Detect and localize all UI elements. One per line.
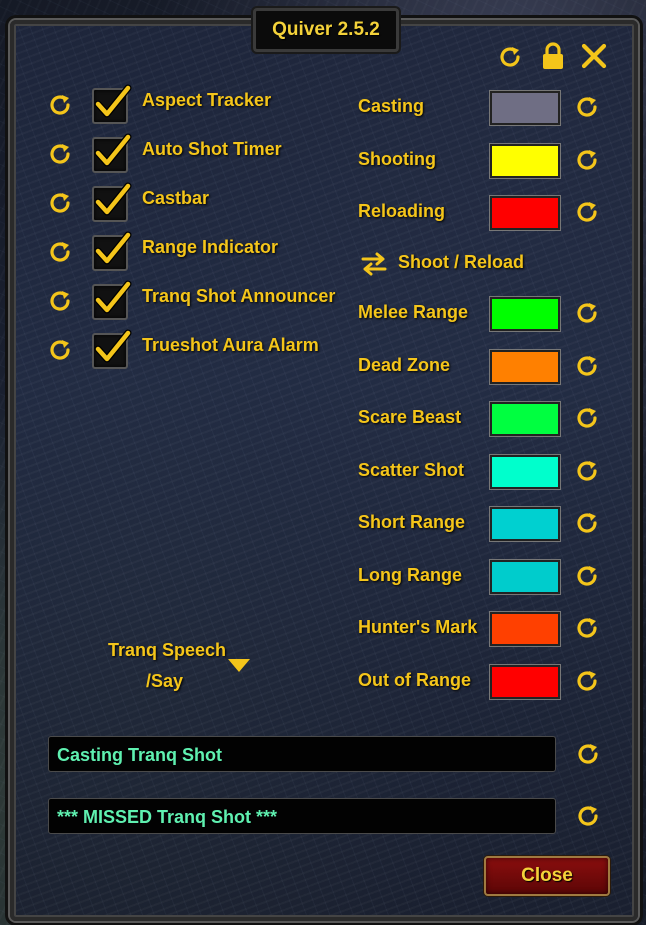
reset-module-icon[interactable] xyxy=(48,141,74,167)
module-checkbox[interactable] xyxy=(92,133,132,173)
swap-arrows-icon[interactable] xyxy=(360,251,388,277)
reset-color-icon[interactable] xyxy=(575,563,601,589)
color-swatch[interactable] xyxy=(490,507,560,541)
reset-module-icon[interactable] xyxy=(48,92,74,118)
module-checkbox[interactable] xyxy=(92,231,132,271)
module-label: Aspect Tracker xyxy=(142,90,272,110)
reset-color-icon[interactable] xyxy=(575,199,601,225)
color-option-label: Shooting xyxy=(358,148,436,169)
missed-message-input[interactable]: *** MISSED Tranq Shot *** xyxy=(48,798,556,834)
reset-color-icon[interactable] xyxy=(575,615,601,641)
color-swatch[interactable] xyxy=(490,664,560,699)
module-checkbox[interactable] xyxy=(92,182,132,222)
module-checkbox[interactable] xyxy=(92,280,132,320)
reset-color-icon[interactable] xyxy=(575,668,601,694)
reset-module-icon[interactable] xyxy=(48,239,74,265)
color-swatch[interactable] xyxy=(490,143,560,178)
close-icon[interactable] xyxy=(580,42,608,70)
module-label: Castbar xyxy=(142,188,210,208)
swap-shoot-reload-label: Shoot / Reload xyxy=(398,252,524,272)
checkmark-icon xyxy=(94,133,132,167)
color-swatch[interactable] xyxy=(490,559,560,594)
reset-module-icon[interactable] xyxy=(48,190,74,216)
reset-icon[interactable] xyxy=(498,44,524,70)
color-swatch[interactable] xyxy=(490,196,560,230)
color-swatch[interactable] xyxy=(490,454,560,489)
lock-icon[interactable] xyxy=(540,42,566,70)
color-swatch[interactable] xyxy=(490,402,560,436)
color-option-label: Hunter's Mark xyxy=(358,617,478,637)
reset-color-icon[interactable] xyxy=(575,353,601,379)
module-label: Tranq Shot Announcer xyxy=(142,286,336,306)
dropdown-arrow-icon[interactable] xyxy=(226,655,252,675)
tranq-speech-label: Tranq Speech xyxy=(108,640,227,660)
checkmark-icon xyxy=(94,231,132,265)
checkmark-icon xyxy=(94,329,132,363)
reset-missed-message-icon[interactable] xyxy=(576,803,602,829)
checkmark-icon xyxy=(94,280,132,314)
color-option-label: Melee Range xyxy=(358,302,469,322)
color-option-label: Reloading xyxy=(358,201,446,221)
color-option-label: Scatter Shot xyxy=(358,459,465,480)
color-option-label: Scare Beast xyxy=(358,407,462,427)
window-title: Quiver 2.5.2 xyxy=(253,8,399,52)
reset-color-icon[interactable] xyxy=(575,458,601,484)
reset-module-icon[interactable] xyxy=(48,288,74,314)
reset-color-icon[interactable] xyxy=(575,300,601,326)
checkmark-icon xyxy=(94,182,132,216)
reset-module-icon[interactable] xyxy=(48,337,74,363)
color-option-label: Short Range xyxy=(358,512,466,532)
color-option-label: Long Range xyxy=(358,564,462,585)
color-option-label: Casting xyxy=(358,96,425,116)
close-button[interactable]: Close xyxy=(484,856,610,896)
color-swatch[interactable] xyxy=(490,91,560,125)
color-swatch[interactable] xyxy=(490,349,560,384)
module-label: Range Indicator xyxy=(142,237,279,257)
module-checkbox[interactable] xyxy=(92,329,132,369)
casting-message-input[interactable]: Casting Tranq Shot xyxy=(48,736,556,772)
color-swatch[interactable] xyxy=(490,612,560,646)
reset-color-icon[interactable] xyxy=(575,94,601,120)
reset-casting-message-icon[interactable] xyxy=(576,741,602,767)
tranq-speech-selected-value[interactable]: /Say xyxy=(146,671,183,692)
color-swatch[interactable] xyxy=(490,297,560,331)
reset-color-icon[interactable] xyxy=(575,405,601,431)
color-option-label: Dead Zone xyxy=(358,354,451,375)
module-label: Trueshot Aura Alarm xyxy=(142,335,319,355)
module-checkbox[interactable] xyxy=(92,84,132,124)
reset-color-icon[interactable] xyxy=(575,510,601,536)
color-option-label: Out of Range xyxy=(358,669,471,690)
reset-color-icon[interactable] xyxy=(575,147,601,173)
module-label: Auto Shot Timer xyxy=(142,139,282,159)
checkmark-icon xyxy=(94,84,132,118)
